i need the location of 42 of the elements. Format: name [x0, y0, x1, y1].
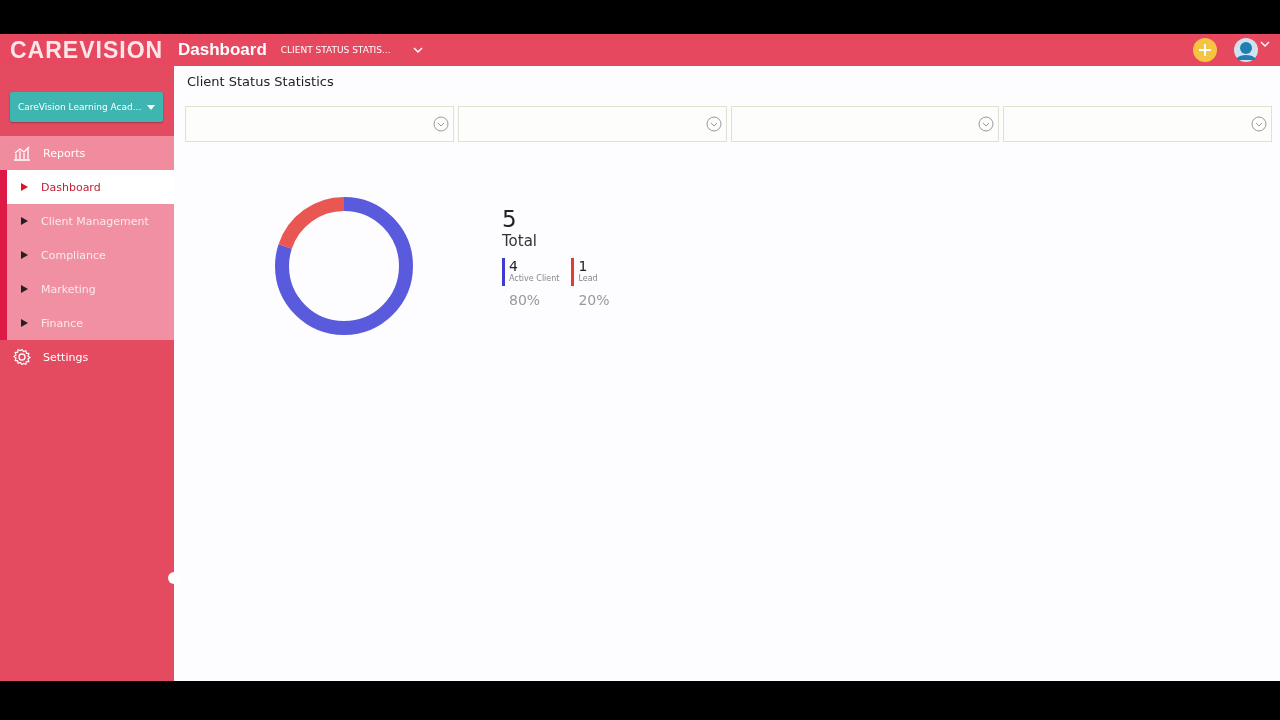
chevron-circle-icon: [432, 116, 449, 132]
chevron-circle-icon: [1251, 116, 1267, 132]
chevron-circle-icon: [705, 116, 722, 132]
triangle-icon: [21, 217, 28, 225]
sidebar-subitem[interactable]: Dashboard: [7, 170, 174, 204]
page-title: Dashboard: [178, 40, 267, 60]
sidebar-subitem[interactable]: Marketing: [7, 272, 174, 306]
sidebar-subitem[interactable]: Compliance: [7, 238, 174, 272]
sidebar-subitem[interactable]: Client Management: [7, 204, 174, 238]
sidebar-item[interactable]: Settings: [0, 340, 174, 374]
sidebar-subitem[interactable]: Finance: [7, 306, 174, 340]
chevron-circle-icon: [978, 116, 995, 132]
triangle-icon: [21, 285, 28, 293]
stat-label: Active Client: [509, 274, 560, 283]
stat-label: Lead: [578, 274, 598, 283]
plus-icon: [1198, 43, 1212, 57]
total-label: Total: [502, 232, 539, 250]
triangle-icon: [21, 251, 28, 259]
caret-down-icon: [147, 104, 155, 110]
section-title: Client Status Statistics: [187, 74, 335, 89]
logo: CAREVISION: [10, 36, 165, 64]
sidebar-item[interactable]: Reports: [0, 136, 174, 170]
filter-dropdown[interactable]: [457, 106, 727, 142]
add-button[interactable]: [1193, 38, 1217, 62]
breadcrumb-dropdown[interactable]: CLIENT STATUS STATIS...: [280, 45, 391, 55]
stat-count: 4: [509, 258, 519, 274]
chevron-down-icon: [412, 46, 423, 54]
avatar-button[interactable]: [1234, 38, 1258, 62]
triangle-icon: [21, 319, 28, 327]
total-count: 5: [502, 206, 518, 232]
triangle-icon: [21, 183, 28, 191]
filter-dropdown[interactable]: [730, 106, 1000, 142]
stat-percent: 80%: [509, 292, 542, 308]
stat-percent: 20%: [578, 292, 610, 308]
user-avatar-icon: [1234, 38, 1258, 62]
filter-dropdown[interactable]: [1003, 106, 1272, 142]
stat-count: 1: [578, 258, 589, 274]
gear-icon: [13, 348, 31, 366]
filter-dropdown[interactable]: [185, 106, 454, 142]
chart-icon: [13, 145, 31, 161]
chevron-down-icon: [1260, 40, 1270, 48]
organization-dropdown[interactable]: CareVision Learning Acad...: [10, 92, 163, 122]
